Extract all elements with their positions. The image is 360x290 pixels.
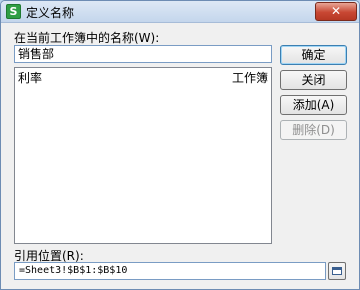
names-listbox[interactable]: 利率 工作簿 [14,67,272,244]
ok-button[interactable]: 确定 [280,45,347,65]
reference-input[interactable]: =Sheet3!$B$1:$B$10 [14,262,326,280]
list-header: 利率 工作簿 [15,68,271,85]
define-name-dialog: S 定义名称 ✕ 在当前工作簿中的名称(W): 销售部 利率 工作簿 确定 关闭… [0,0,360,290]
delete-button[interactable]: 删除(D) [280,120,347,140]
column-header-workbook: 工作簿 [231,71,268,85]
close-button[interactable]: 关闭 [280,70,347,90]
collapse-dialog-button[interactable] [328,262,346,280]
close-icon: ✕ [330,4,342,18]
column-header-name: 利率 [18,71,43,85]
add-button[interactable]: 添加(A) [280,95,347,115]
dialog-title: 定义名称 [26,6,75,20]
name-input[interactable]: 销售部 [14,45,272,63]
close-window-button[interactable]: ✕ [315,2,357,21]
title-bar[interactable]: S 定义名称 ✕ [1,1,359,23]
name-label: 在当前工作簿中的名称(W): [14,31,160,45]
collapse-dialog-icon [332,267,342,275]
wps-spreadsheet-icon: S [6,4,21,19]
